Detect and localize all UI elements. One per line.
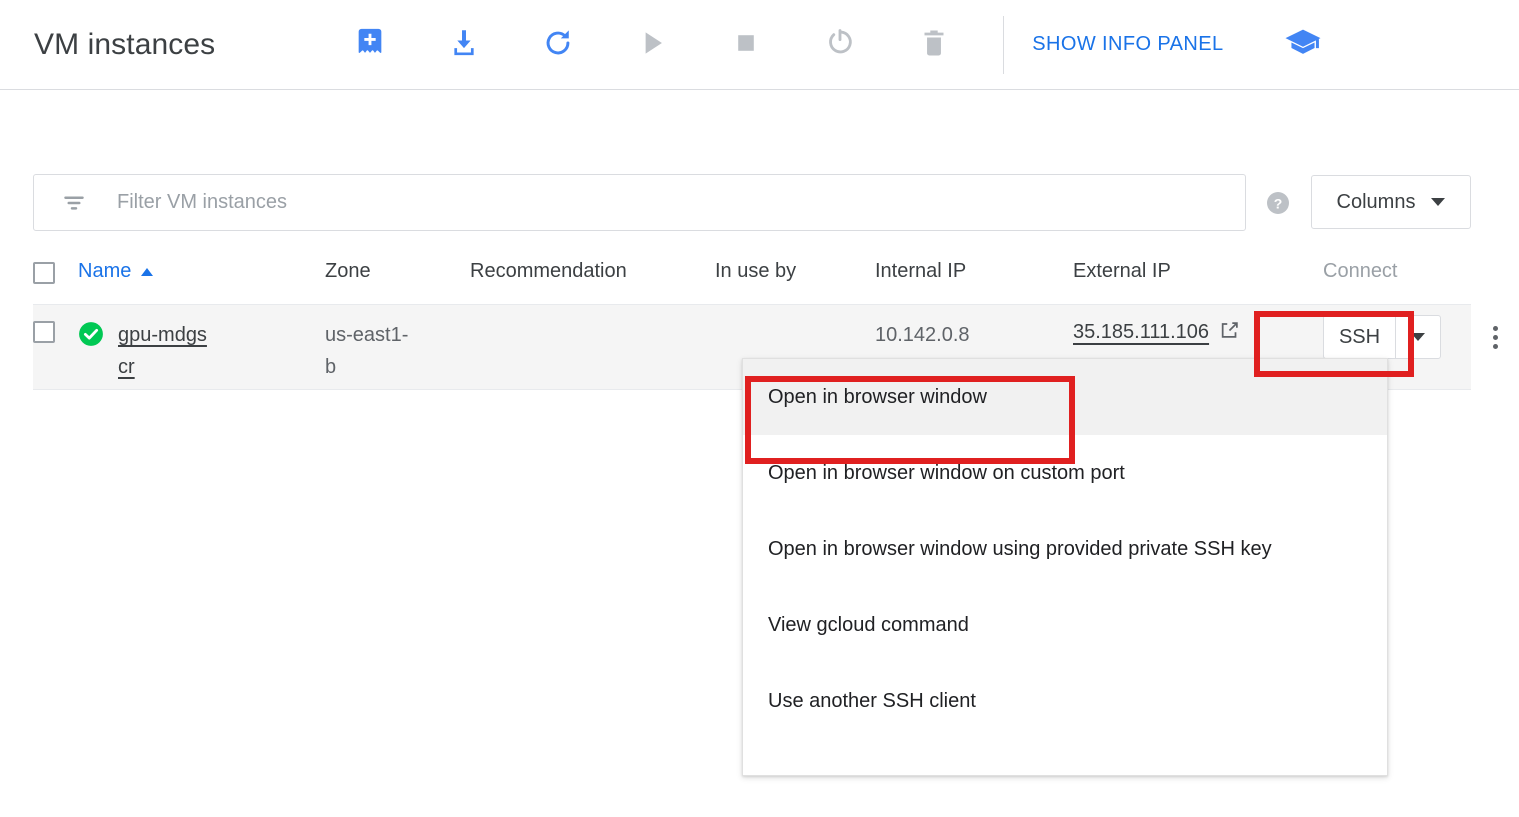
column-header-name-label: Name [78, 260, 132, 282]
download-icon [447, 26, 481, 63]
ssh-dropdown-toggle[interactable] [1395, 315, 1441, 359]
row-connect-cell: SSH [1323, 315, 1471, 359]
delete-button[interactable] [887, 16, 981, 74]
import-vm-button[interactable] [417, 16, 511, 74]
help-icon[interactable]: ? [1266, 191, 1290, 215]
row-zone-cell: us-east1-b [325, 319, 470, 383]
ssh-button[interactable]: SSH [1323, 315, 1395, 359]
column-header-name[interactable]: Name [78, 260, 325, 283]
sort-ascending-icon [141, 267, 154, 276]
zone-value: us-east1-b [325, 324, 409, 378]
create-instance-button[interactable] [323, 16, 417, 74]
refresh-button[interactable] [511, 16, 605, 74]
start-button[interactable] [605, 16, 699, 74]
more-vert-icon [1493, 343, 1498, 349]
menu-item-open-in-browser-window[interactable]: Open in browser window [743, 359, 1387, 435]
row-external-ip-cell: 35.185.111.106 [1073, 319, 1323, 346]
select-all-cell [33, 260, 78, 284]
ssh-split-button[interactable]: SSH [1323, 315, 1441, 359]
open-external-link-icon[interactable] [1219, 319, 1241, 346]
page-title: VM instances [34, 27, 216, 61]
show-info-panel-button[interactable]: SHOW INFO PANEL [1032, 33, 1223, 56]
columns-button[interactable]: Columns [1311, 175, 1471, 229]
vm-instance-name-link[interactable]: gpu-mdgscr [118, 319, 214, 383]
internal-ip-value: 10.142.0.8 [875, 324, 970, 346]
table-header-row: Name Zone Recommendation In use by Inter… [33, 260, 1471, 305]
column-header-external-ip[interactable]: External IP [1073, 260, 1323, 283]
reset-button[interactable] [793, 16, 887, 74]
select-all-checkbox[interactable] [33, 262, 55, 284]
external-ip-value[interactable]: 35.185.111.106 [1073, 321, 1209, 344]
action-toolbar: SHOW INFO PANEL [323, 15, 1324, 74]
column-header-recommendation[interactable]: Recommendation [470, 260, 715, 283]
create-instance-icon [353, 26, 387, 63]
play-icon [635, 26, 669, 63]
filter-row: ? Columns [0, 174, 1519, 232]
status-running-icon [78, 321, 104, 347]
chevron-down-icon [1431, 198, 1446, 206]
refresh-icon [541, 26, 575, 63]
row-actions-cell [1471, 319, 1498, 357]
row-checkbox[interactable] [33, 321, 55, 343]
column-header-internal-ip[interactable]: Internal IP [875, 260, 1073, 283]
toolbar-divider [1003, 15, 1005, 74]
row-internal-ip-cell: 10.142.0.8 [875, 319, 1073, 351]
chevron-down-icon [1411, 333, 1425, 341]
column-header-in-use-by[interactable]: In use by [715, 260, 875, 283]
ssh-dropdown-menu: Open in browser window Open in browser w… [742, 358, 1388, 776]
columns-label: Columns [1336, 190, 1416, 213]
row-select-cell [33, 319, 78, 343]
top-toolbar: VM instances SHOW INFO PANEL [0, 0, 1519, 90]
more-vert-icon [1493, 334, 1498, 340]
menu-item-open-in-browser-window-private-key[interactable]: Open in browser window using provided pr… [743, 511, 1387, 587]
trash-icon [917, 26, 951, 63]
stop-icon [729, 26, 763, 63]
menu-item-view-gcloud-command[interactable]: View gcloud command [743, 587, 1387, 663]
column-header-connect: Connect [1323, 260, 1398, 282]
row-name-cell: gpu-mdgscr [78, 319, 325, 383]
stop-button[interactable] [699, 16, 793, 74]
menu-item-use-another-ssh-client[interactable]: Use another SSH client [743, 663, 1387, 739]
vm-instances-page: VM instances SHOW INFO PANEL Filter VM i… [0, 0, 1519, 817]
power-reset-icon [823, 26, 857, 63]
filter-icon [61, 190, 87, 216]
filter-input[interactable] [115, 175, 1245, 230]
menu-item-open-in-browser-window-custom-port[interactable]: Open in browser window on custom port [743, 435, 1387, 511]
row-more-actions-button[interactable] [1493, 317, 1498, 357]
more-vert-icon [1493, 325, 1498, 331]
filter-box[interactable] [33, 174, 1246, 231]
graduation-cap-icon[interactable] [1282, 24, 1324, 66]
svg-text:?: ? [1274, 195, 1283, 211]
column-header-zone[interactable]: Zone [325, 260, 470, 283]
